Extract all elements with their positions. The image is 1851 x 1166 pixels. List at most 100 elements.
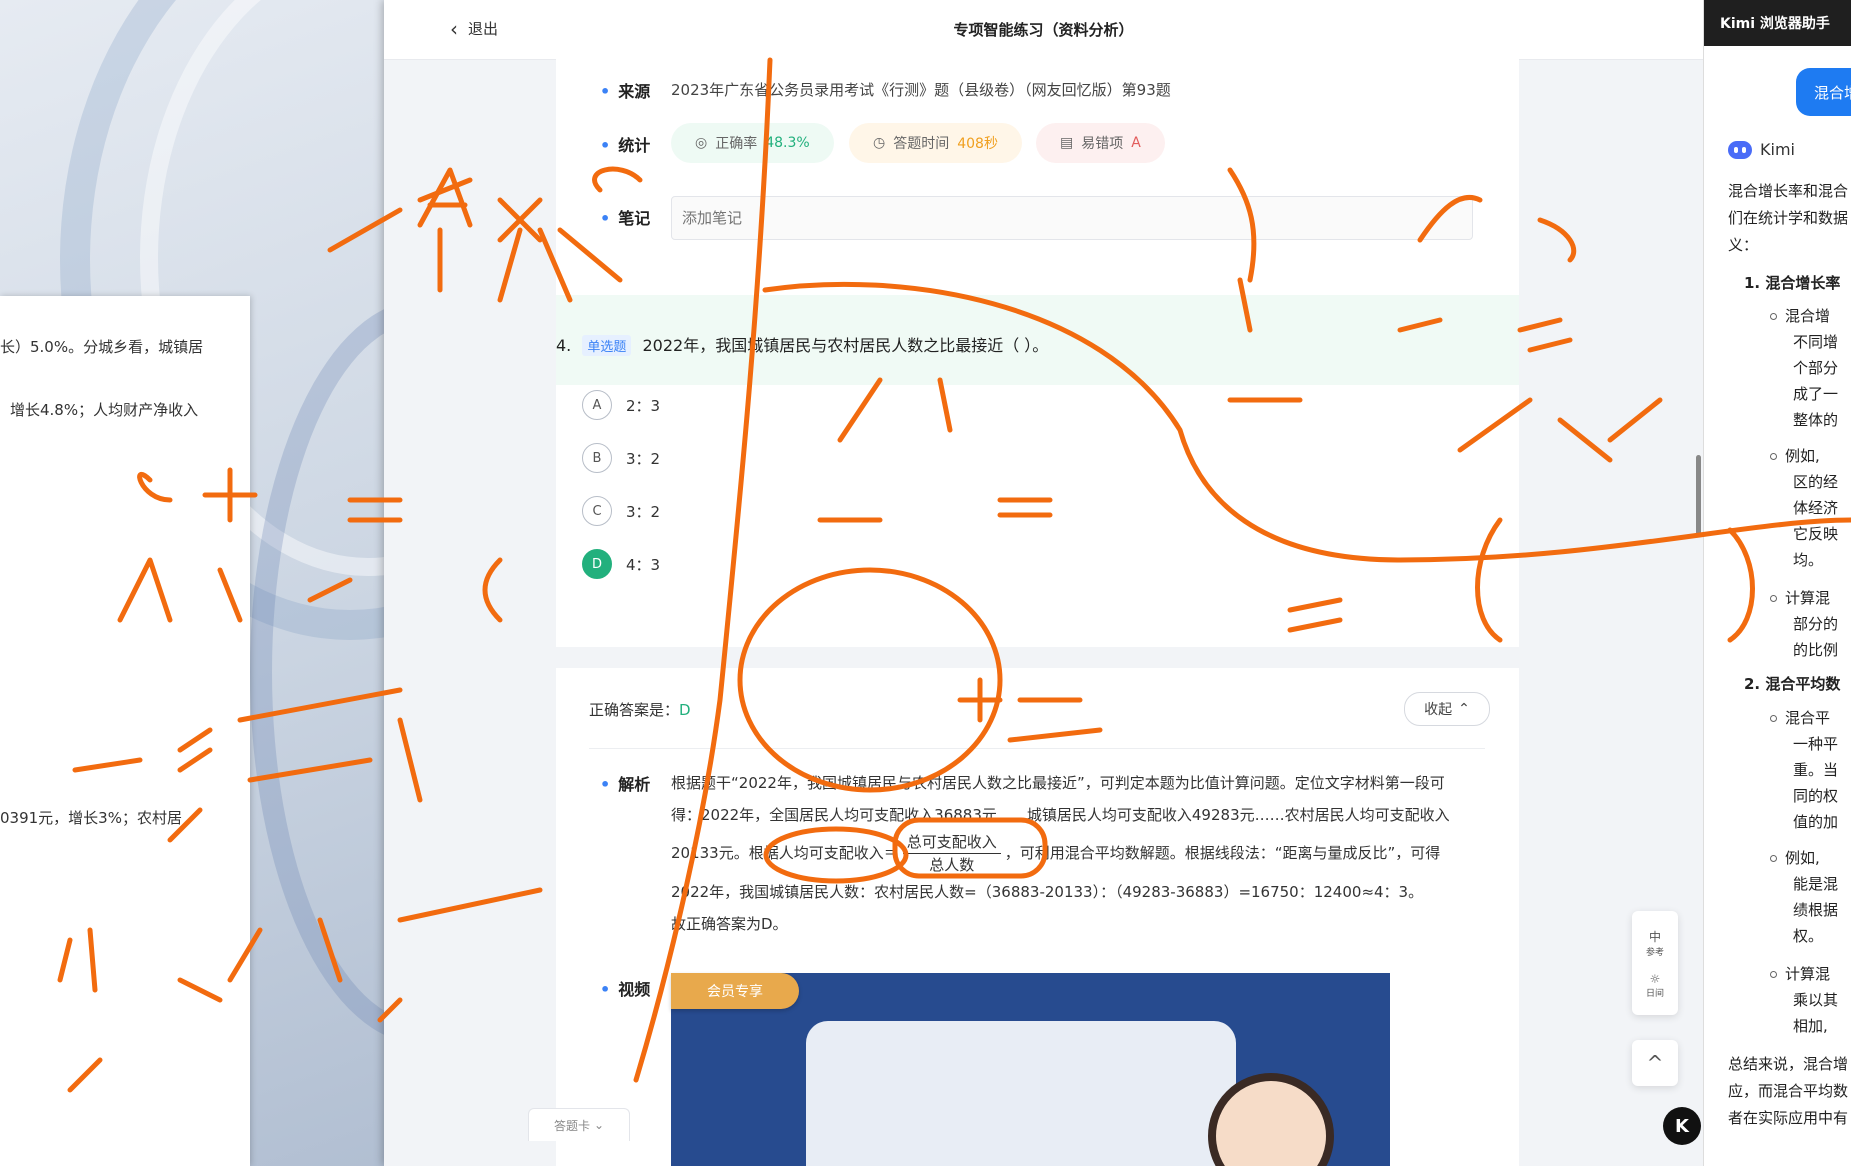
divider [589,748,1485,749]
option-c[interactable]: C 3：2 [582,496,660,526]
kimi-line: 它反映 [1793,525,1839,543]
option-d[interactable]: D 4：3 [582,549,660,579]
formula-fraction: 总可支配收入 总人数 [902,831,1001,876]
kimi-heading: 1. 混合增长率 [1744,274,1841,292]
display-mode-tools: 中 参考 ☼ 日间 [1632,911,1678,1015]
kimi-line: 区的经 [1793,473,1839,491]
clock-icon: ◷ [873,135,886,151]
reference-toggle-label: 中 [1648,929,1661,944]
video-label: • 视频 [600,980,651,999]
analysis-text: 根据题干“2022年，我国城镇居民与农村居民人数之比最接近”，可判定本题为比值计… [671,767,1471,940]
option-letter: D [582,549,612,579]
day-mode-toggle[interactable]: ☼ 日间 [1646,972,1664,999]
option-letter: B [582,443,612,473]
accuracy-label: 正确率 [715,136,758,152]
user-message-bubble: 混合增 [1796,68,1851,116]
time-stat: ◷ 答题时间 408秒 [849,123,1022,163]
kimi-assistant-panel: Kimi 浏览器助手 混合增 Kimi 混合增长率和混合 们在统计学和数据 义：… [1703,0,1851,1166]
kimi-line: 个部分 [1793,359,1839,377]
time-value: 408秒 [957,136,998,152]
notes-label: • 笔记 [600,209,651,228]
sun-icon: ☼ [1649,971,1661,986]
kimi-line: 一种平 [1793,735,1839,753]
kimi-line: 们在统计学和数据 [1728,209,1849,227]
question-stem: 2022年，我国城镇居民与农村居民人数之比最接近（ ）。 [642,336,1049,355]
doc-line: 增长4.8%；人均财产净收入 [10,401,199,419]
option-a[interactable]: A 2：3 [582,390,660,420]
answer-sheet-tab[interactable]: 答题卡 ⌄ [528,1108,630,1141]
options-card [556,385,1519,647]
analysis-part-3: 故正确答案为D。 [671,915,788,933]
top-bar: ‹ 退出 专项智能练习（资料分析） [384,0,1703,60]
scroll-top-button[interactable]: ^ [1632,1040,1678,1086]
kimi-heading: 2. 混合平均数 [1744,675,1841,693]
question-type-tag: 单选题 [582,335,632,356]
correct-answer-label: 正确答案是： [589,701,680,719]
kimi-line: 重。当 [1793,761,1839,779]
reference-toggle-caption: 参考 [1645,947,1664,958]
page-title: 专项智能练习（资料分析） [953,21,1134,39]
vip-badge: 会员专享 [671,973,799,1009]
kimi-summary-line: 应，而混合平均数 [1728,1082,1849,1100]
reference-toggle[interactable]: 中 参考 [1646,928,1664,958]
collapse-button[interactable]: 收起 ⌃ [1404,692,1490,726]
option-text: 3：2 [626,449,661,468]
chevron-down-icon: ⌄ [593,1118,605,1132]
kimi-summary-line: 总结来说，混合增 [1728,1055,1849,1073]
chevron-up-icon: ⌃ [1458,701,1470,717]
scrollbar-thumb[interactable] [1696,455,1701,535]
kimi-bullet: 例如, [1770,445,1820,466]
time-label: 答题时间 [893,136,950,152]
kimi-bot-name: Kimi [1728,140,1795,159]
kimi-summary-line: 者在实际应用中有 [1728,1109,1849,1127]
kimi-line: 混合增长率和混合 [1728,182,1849,200]
kimi-line: 义： [1728,236,1759,254]
kimi-bullet: 计算混 [1770,587,1830,608]
option-text: 4：3 [626,555,661,574]
fraction-denominator: 总人数 [929,856,975,874]
kimi-header: Kimi 浏览器助手 [1704,0,1851,46]
correct-answer-value: D [679,701,691,719]
question-number: 4. [556,336,572,355]
fraction-numerator: 总可支配收入 [902,831,1001,854]
kimi-line: 相加, [1793,1017,1828,1035]
accuracy-value: 48.3% [765,135,810,151]
kimi-line: 同的权 [1793,787,1839,805]
day-mode-label: 日间 [1645,988,1664,999]
option-letter: C [582,496,612,526]
kimi-line: 均。 [1793,551,1824,569]
kimi-line: 权。 [1793,927,1824,945]
wrong-value: A [1131,135,1141,151]
kimi-logo-icon [1728,140,1752,159]
kimi-line: 的比例 [1793,641,1839,659]
option-text: 3：2 [626,502,661,521]
wrong-option-stat: ▤ 易错项 A [1036,123,1165,163]
question-text: 4. 单选题 2022年，我国城镇居民与农村居民人数之比最接近（ ）。 [556,332,1048,356]
kimi-line: 部分的 [1793,615,1839,633]
kimi-float-icon[interactable]: K [1663,1107,1701,1145]
kimi-line: 乘以其 [1793,991,1839,1009]
kimi-line: 不同增 [1793,333,1839,351]
correct-answer: 正确答案是：D [589,699,691,720]
doc-line: 0391元，增长3%；农村居 [0,809,182,827]
kimi-line: 成了一 [1793,385,1839,403]
stats-label: • 统计 [600,136,651,155]
kimi-name-label: Kimi [1760,140,1795,159]
option-b[interactable]: B 3：2 [582,443,660,473]
notes-input[interactable] [671,196,1473,240]
analysis-label: • 解析 [600,775,651,794]
collapse-label: 收起 [1424,702,1453,718]
answer-sheet-label: 答题卡 [553,1118,590,1133]
check-circle-icon: ◎ [695,135,708,151]
kimi-line: 能是混 [1793,875,1839,893]
kimi-bullet: 混合平 [1770,707,1830,728]
kimi-line: 值的加 [1793,813,1839,831]
kimi-line: 整体的 [1793,411,1839,429]
kimi-line: 体经济 [1793,499,1839,517]
doc-line: 长）5.0%。分城乡看，城镇居 [0,338,204,356]
document-icon: ▤ [1060,135,1074,151]
option-letter: A [582,390,612,420]
chevron-up-icon: ^ [1646,1051,1664,1075]
kimi-bullet: 混合增 [1770,305,1830,326]
background-document-window: 长）5.0%。分城乡看，城镇居 增长4.8%；人均财产净收入 0391元，增长3… [0,296,250,1166]
